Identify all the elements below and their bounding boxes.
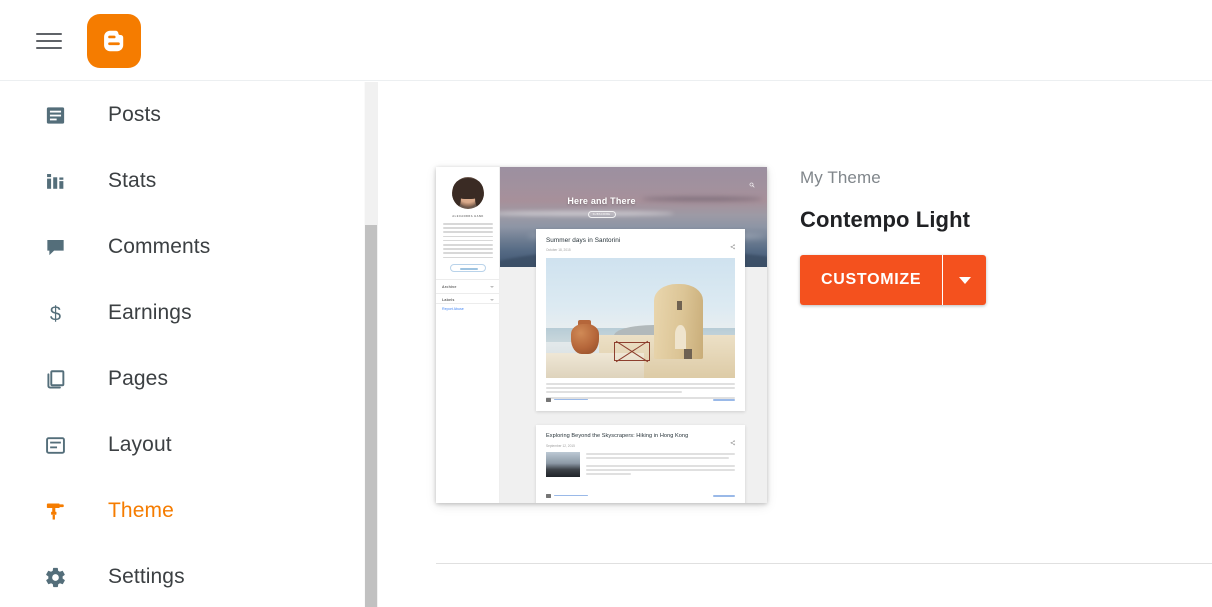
sidebar-item-pages[interactable]: Pages	[0, 346, 362, 412]
preview-post-date: September 12, 2015	[546, 444, 575, 448]
preview-post-title: Exploring Beyond the Skyscrapers: Hiking…	[546, 433, 689, 439]
stats-icon	[40, 166, 70, 196]
photo-vase	[570, 324, 599, 354]
photo-tower-door	[674, 325, 686, 350]
preview-widget-label: Archive	[442, 285, 457, 289]
chevron-down-icon	[490, 286, 494, 288]
preview-author-avatar	[452, 177, 484, 209]
preview-divider	[436, 279, 499, 280]
sidebar-item-label: Stats	[108, 169, 157, 192]
preview-post-footer	[546, 398, 735, 404]
theme-name: Contempo Light	[800, 207, 971, 232]
comment-icon	[546, 494, 551, 498]
theme-icon	[40, 496, 70, 526]
preview-divider	[436, 293, 499, 294]
sidebar-item-label: Posts	[108, 103, 162, 126]
preview-post-excerpt	[586, 453, 735, 459]
sidebar-item-label: Comments	[108, 235, 211, 258]
earnings-icon: $	[40, 298, 70, 328]
preview-search-icon	[749, 175, 755, 188]
preview-divider	[436, 303, 499, 304]
preview-author-name: ALEXANDRA HANK	[452, 215, 484, 218]
preview-read-more-link	[713, 398, 735, 401]
hamburger-line	[36, 47, 62, 49]
svg-text:$: $	[49, 303, 60, 324]
photo-tower-window	[677, 301, 683, 310]
section-divider	[436, 563, 1212, 564]
blogger-logo-icon[interactable]	[87, 14, 141, 68]
preview-comment-link	[554, 398, 588, 401]
sidebar-item-settings[interactable]: Settings	[0, 544, 362, 607]
avatar-hair	[475, 186, 484, 208]
comments-icon	[40, 232, 70, 262]
chevron-down-icon	[958, 276, 971, 284]
sidebar-item-earnings[interactable]: $ Earnings	[0, 280, 362, 346]
preview-read-more-link	[713, 494, 735, 497]
primary-sidebar-nav: Posts Stats Comments $ Earnings Pages La…	[0, 82, 362, 607]
preview-post-photo	[546, 258, 735, 378]
preview-post-card: Exploring Beyond the Skyscrapers: Hiking…	[536, 425, 745, 503]
preview-widget-label: Labels	[442, 298, 455, 302]
share-icon	[730, 433, 736, 451]
sidebar-item-posts[interactable]: Posts	[0, 82, 362, 148]
customize-button-group: CUSTOMIZE	[800, 255, 987, 305]
sidebar-item-label: Earnings	[108, 301, 192, 324]
sidebar-item-label: Layout	[108, 433, 172, 456]
avatar-hair	[452, 186, 461, 208]
preview-widget-labels: Labels	[442, 298, 494, 302]
posts-icon	[40, 100, 70, 130]
preview-post-excerpt	[586, 465, 735, 475]
pages-icon	[40, 364, 70, 394]
layout-icon	[40, 430, 70, 460]
sidebar-item-comments[interactable]: Comments	[0, 214, 362, 280]
my-theme-label: My Theme	[800, 168, 881, 187]
chevron-down-icon	[490, 299, 494, 301]
top-app-bar	[0, 0, 1212, 81]
preview-comment-link	[554, 494, 588, 497]
preview-subscribe-button: SUBSCRIBE	[587, 211, 616, 218]
preview-follow-button	[450, 264, 486, 272]
main-content-area: Here and There SUBSCRIBE ALEXANDRA HANK …	[379, 82, 1212, 607]
theme-info-panel: My Theme Contempo Light CUSTOMIZE	[800, 167, 1100, 305]
preview-post-date: October 18, 2015	[546, 248, 571, 252]
preview-sidebar: ALEXANDRA HANK Archive Labels Report Abu…	[436, 167, 500, 503]
sidebar-item-label: Settings	[108, 565, 185, 588]
sidebar-item-theme[interactable]: Theme	[0, 478, 362, 544]
hamburger-line	[36, 40, 62, 42]
theme-preview-thumbnail[interactable]: Here and There SUBSCRIBE ALEXANDRA HANK …	[436, 167, 767, 503]
hamburger-menu-icon[interactable]	[34, 26, 64, 56]
share-icon	[730, 237, 736, 255]
preview-post-footer	[546, 494, 735, 500]
sidebar-scrollbar-thumb[interactable]	[365, 225, 377, 607]
preview-post-thumbnail	[546, 452, 580, 477]
customize-button[interactable]: CUSTOMIZE	[800, 255, 943, 305]
photo-window	[683, 349, 692, 359]
sidebar-item-label: Pages	[108, 367, 169, 390]
theme-preview-canvas: Here and There SUBSCRIBE ALEXANDRA HANK …	[436, 167, 767, 503]
sidebar-item-label: Theme	[108, 499, 174, 522]
preview-post-excerpt	[546, 383, 735, 393]
preview-author-bio	[443, 223, 493, 259]
preview-widget-archive: Archive	[442, 285, 494, 289]
settings-icon	[40, 562, 70, 592]
comment-icon	[546, 398, 551, 402]
customize-dropdown-button[interactable]	[943, 255, 987, 305]
sidebar-item-layout[interactable]: Layout	[0, 412, 362, 478]
preview-post-title: Summer days in Santorini	[546, 237, 621, 244]
sidebar-item-stats[interactable]: Stats	[0, 148, 362, 214]
preview-post-card: Summer days in Santorini October 18, 201…	[536, 229, 745, 411]
hamburger-line	[36, 33, 62, 35]
preview-report-abuse-link: Report Abuse	[442, 307, 464, 311]
photo-railing	[614, 342, 650, 362]
